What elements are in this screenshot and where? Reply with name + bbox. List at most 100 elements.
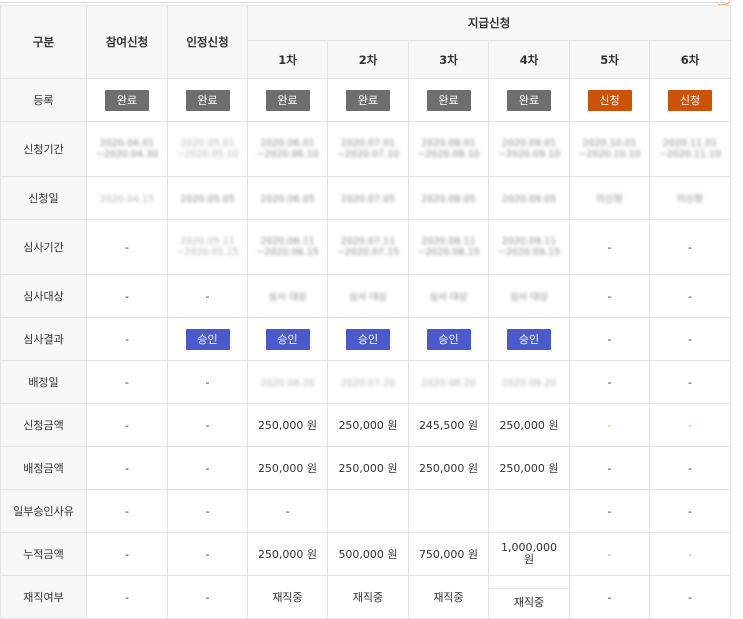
redacted-value: 2020.08.20 <box>421 377 476 389</box>
redacted-value: 심사 대상 <box>429 291 468 303</box>
table-cell: 2020.07.05 <box>327 176 409 220</box>
table-cell: 완료 <box>327 78 409 122</box>
header-round-2: 2차 <box>327 40 409 79</box>
row-label-cumulative-amount: 누적금액 <box>0 532 87 576</box>
approve-button[interactable]: 승인 <box>426 328 471 350</box>
apply-button[interactable]: 신청 <box>587 89 632 111</box>
table-cell: 2020.08.01 ~2020.08.10 <box>408 121 489 177</box>
header-division: 구분 <box>0 5 87 79</box>
cumulative-amount-value: 1,000,000 원 <box>488 532 570 576</box>
table-cell: 2020.08.11 ~2020.08.15 <box>408 219 489 275</box>
table-cell: - <box>569 274 650 318</box>
table-cell: 2020.09.11 ~2020.09.15 <box>488 219 570 275</box>
cumulative-amount-value: 250,000 원 <box>247 532 328 576</box>
redacted-value: 2020.08.05 <box>421 193 476 205</box>
row-review-period: 심사기간 - 2020.05.11 ~2020.05.15 2020.06.11… <box>0 219 732 275</box>
table-cell: 2020.05.01 ~2020.05.10 <box>167 121 248 177</box>
table-cell: - <box>86 360 168 404</box>
allocated-amount-value: 250,000 원 <box>488 446 570 490</box>
redacted-value: 2020.07.01 ~2020.07.10 <box>336 138 400 160</box>
row-label-application-date: 신청일 <box>0 176 87 220</box>
table-cell: - <box>167 532 248 576</box>
employment-status-value: 재직중 <box>247 575 328 619</box>
table-cell: - <box>569 219 650 275</box>
requested-amount-value: 250,000 원 <box>488 403 570 447</box>
complete-button[interactable]: 완료 <box>426 89 471 111</box>
table-cell: 2020.06.11 ~2020.06.15 <box>247 219 328 275</box>
redacted-value: 2020.07.20 <box>340 377 396 389</box>
row-requested-amount: 신청금액 - - 250,000 원 250,000 원 245,500 원 2… <box>0 403 732 447</box>
redacted-value: 2020.07.11 ~2020.07.15 <box>336 236 400 258</box>
table-cell: 2020.04.15 <box>86 176 168 220</box>
redacted-value: 2020.07.05 <box>340 193 396 205</box>
row-label-review-target: 심사대상 <box>0 274 87 318</box>
row-application-date: 신청일 2020.04.15 2020.05.05 2020.06.05 202… <box>0 176 732 220</box>
table-cell: - <box>86 219 168 275</box>
row-label-requested-amount: 신청금액 <box>0 403 87 447</box>
table-cell: 2020.08.05 <box>408 176 489 220</box>
redacted-value: 심사 대상 <box>349 291 387 303</box>
table-cell: 완료 <box>408 78 489 122</box>
table-cell: 2020.10.01 ~2020.10.10 <box>569 121 650 177</box>
redacted-value: 2020.04.01 ~2020.04.30 <box>95 138 159 160</box>
table-cell: - <box>648 489 732 533</box>
row-review-target: 심사대상 - - 심사 대상 심사 대상 심사 대상 심사 대상 - - <box>0 274 732 318</box>
approve-button[interactable]: 승인 <box>346 328 390 350</box>
row-allocated-amount: 배정금액 - - 250,000 원 250,000 원 250,000 원 2… <box>0 446 732 490</box>
table-cell: - <box>569 575 650 619</box>
approve-button[interactable]: 승인 <box>265 328 310 350</box>
table-cell: - <box>167 446 248 490</box>
requested-amount-value: 245,500 원 <box>408 403 489 447</box>
complete-button[interactable]: 완료 <box>105 89 149 111</box>
header-round-6: 6차 <box>648 40 732 79</box>
approve-button[interactable]: 승인 <box>507 328 551 350</box>
table-cell: 2020.05.05 <box>167 176 248 220</box>
table-cell: 2020.06.20 <box>247 360 328 404</box>
cell-divider <box>489 588 569 589</box>
requested-amount-value: 250,000 원 <box>327 403 409 447</box>
table-cell <box>327 489 409 533</box>
redacted-value: 2020.09.11 ~2020.09.15 <box>497 236 561 258</box>
table-cell: - <box>86 489 168 533</box>
table-cell <box>408 489 489 533</box>
table-cell: - <box>648 403 732 447</box>
allocated-amount-value: 250,000 원 <box>247 446 328 490</box>
complete-button[interactable]: 완료 <box>265 89 310 111</box>
table-cell: 2020.06.01 ~2020.06.10 <box>247 121 328 177</box>
row-cumulative-amount: 누적금액 - - 250,000 원 500,000 원 750,000 원 1… <box>0 532 732 576</box>
row-registration: 등록 완료 완료 완료 완료 완료 완료 신청 신청 <box>0 78 732 122</box>
table-cell: 2020.08.20 <box>408 360 489 404</box>
row-review-result: 심사결과 - 승인 승인 승인 승인 승인 - - <box>0 317 732 361</box>
row-allocation-date: 배정일 - - 2020.06.20 2020.07.20 2020.08.20… <box>0 360 732 404</box>
row-label-review-period: 심사기간 <box>0 219 87 275</box>
table-cell: 미신청 <box>569 176 650 220</box>
table-cell: - <box>648 219 732 275</box>
table-cell: - <box>569 317 650 361</box>
table-cell <box>488 489 570 533</box>
complete-button[interactable]: 완료 <box>346 89 390 111</box>
redacted-value: 2020.05.11 ~2020.05.15 <box>176 236 239 258</box>
complete-button[interactable]: 완료 <box>185 89 230 111</box>
header-round-4: 4차 <box>488 40 570 79</box>
redacted-value: 2020.08.01 ~2020.08.10 <box>417 138 480 160</box>
approve-button[interactable]: 승인 <box>185 328 230 350</box>
table-cell: 승인 <box>247 317 328 361</box>
employment-status-value: 재직중 <box>327 575 409 619</box>
row-label-registration: 등록 <box>0 78 87 122</box>
allocated-amount-value: 250,000 원 <box>408 446 489 490</box>
table-cell: 심사 대상 <box>247 274 328 318</box>
table-cell: - <box>648 575 732 619</box>
redacted-value: 2020.04.15 <box>99 193 155 205</box>
table-cell: 2020.09.01 ~2020.09.10 <box>488 121 570 177</box>
table-cell: - <box>167 489 248 533</box>
redacted-value: 2020.06.11 ~2020.06.15 <box>256 236 319 258</box>
table-cell: - <box>247 489 328 533</box>
row-employment-status: 재직여부 - - 재직중 재직중 재직중 재직중 - - <box>0 575 732 619</box>
redacted-value: 심사 대상 <box>268 291 307 303</box>
apply-button[interactable]: 신청 <box>668 89 712 111</box>
redacted-value: 2020.09.05 <box>501 193 557 205</box>
complete-button[interactable]: 완료 <box>507 89 551 111</box>
header-row-1: 구분 참여신청 인정신청 지급신청 <box>0 5 732 79</box>
redacted-value: 미신청 <box>596 193 623 205</box>
table-cell: 2020.06.05 <box>247 176 328 220</box>
